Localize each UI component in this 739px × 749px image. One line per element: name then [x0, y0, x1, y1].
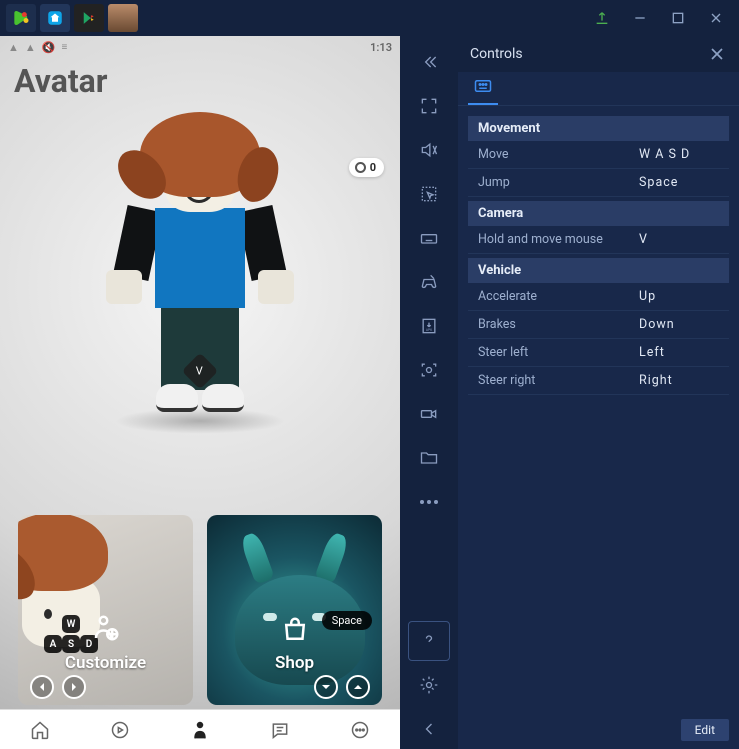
upload-button[interactable]	[585, 4, 619, 32]
control-row[interactable]: MoveW A S D	[468, 141, 729, 169]
avatar-figure: V	[100, 112, 300, 442]
side-rail: APK	[400, 36, 458, 749]
nav-more[interactable]	[345, 715, 375, 745]
nav-next-button[interactable]	[62, 675, 86, 699]
key-hint-w: W	[62, 615, 80, 633]
control-key: Right	[639, 373, 719, 388]
control-row[interactable]: Hold and move mouseV	[468, 226, 729, 254]
controls-footer: Edit	[458, 711, 739, 749]
controls-body: MovementMoveW A S DJumpSpaceCameraHold a…	[458, 106, 739, 711]
control-row[interactable]: BrakesDown	[468, 311, 729, 339]
control-action: Accelerate	[478, 289, 639, 304]
control-action: Brakes	[478, 317, 639, 332]
home-icon	[46, 9, 64, 27]
collapse-rail-button[interactable]	[408, 42, 450, 82]
section-header: Vehicle	[468, 258, 729, 283]
controls-title: Controls	[470, 46, 707, 62]
key-hint-s: S	[62, 635, 80, 653]
nav-home[interactable]	[25, 715, 55, 745]
edit-button[interactable]: Edit	[681, 719, 729, 741]
cards-row: W A D S Customize Space Shop	[0, 515, 400, 705]
game-tab[interactable]	[108, 4, 138, 32]
control-row[interactable]: Steer leftLeft	[468, 339, 729, 367]
play-store-icon	[82, 11, 96, 25]
close-panel-button[interactable]	[707, 44, 727, 64]
home-tab[interactable]	[40, 4, 70, 32]
nav-up-button[interactable]	[346, 675, 370, 699]
android-statusbar: ▲ ▲ 🔇 ≡ 1:13	[0, 36, 400, 58]
mute-icon: 🔇	[42, 41, 56, 54]
controls-header: Controls	[458, 36, 739, 72]
bottom-nav	[0, 709, 400, 749]
help-button[interactable]	[408, 621, 450, 661]
section-header: Camera	[468, 201, 729, 226]
logo-tab[interactable]	[6, 4, 36, 32]
shop-icon	[280, 615, 310, 649]
close-window-button[interactable]	[699, 4, 733, 32]
customize-icon	[91, 613, 121, 647]
key-pill-space: Space	[322, 611, 372, 630]
status-time: 1:13	[370, 41, 392, 54]
minimize-button[interactable]	[623, 4, 657, 32]
titlebar	[0, 0, 739, 36]
key-hint-a: A	[44, 635, 62, 653]
control-key: Left	[639, 345, 719, 360]
nav-chat[interactable]	[265, 715, 295, 745]
tab-scheme[interactable]	[468, 73, 498, 105]
control-action: Hold and move mouse	[478, 232, 639, 247]
control-section: MovementMoveW A S DJumpSpace	[468, 116, 729, 197]
gamepad-button[interactable]	[408, 262, 450, 302]
warning-icon: ▲	[25, 41, 36, 54]
control-action: Jump	[478, 175, 639, 190]
shop-label: Shop	[275, 653, 314, 673]
control-key: Up	[639, 289, 719, 304]
control-key: Down	[639, 317, 719, 332]
control-row[interactable]: AccelerateUp	[468, 283, 729, 311]
control-action: Steer left	[478, 345, 639, 360]
folder-button[interactable]	[408, 438, 450, 478]
control-action: Move	[478, 147, 639, 162]
bluestacks-logo-icon	[11, 8, 31, 28]
warning-icon: ▲	[8, 41, 19, 54]
controls-panel: Controls MovementMoveW A S DJumpSpaceCam…	[458, 36, 739, 749]
control-key: W A S D	[639, 147, 719, 162]
maximize-button[interactable]	[661, 4, 695, 32]
back-button[interactable]	[408, 709, 450, 749]
menu-icon: ≡	[61, 42, 67, 53]
control-section: CameraHold and move mouseV	[468, 201, 729, 254]
apk-button[interactable]: APK	[408, 306, 450, 346]
volume-button[interactable]	[408, 130, 450, 170]
page-title: Avatar	[0, 58, 400, 104]
screenshot-button[interactable]	[408, 350, 450, 390]
control-row[interactable]: JumpSpace	[468, 169, 729, 197]
nav-prev-button[interactable]	[30, 675, 54, 699]
svg-text:APK: APK	[426, 328, 433, 332]
customize-label: Customize	[65, 653, 146, 673]
game-viewport: ▲ ▲ 🔇 ≡ 1:13 Avatar 0 V W A D	[0, 36, 400, 749]
control-key: Space	[639, 175, 719, 190]
fullscreen-button[interactable]	[408, 86, 450, 126]
control-section: VehicleAccelerateUpBrakesDownSteer leftL…	[468, 258, 729, 395]
keyboard-button[interactable]	[408, 218, 450, 258]
more-button[interactable]	[408, 482, 450, 522]
cursor-mode-button[interactable]	[408, 174, 450, 214]
control-row[interactable]: Steer rightRight	[468, 367, 729, 395]
shop-card[interactable]: Space Shop	[207, 515, 382, 705]
control-key: V	[639, 232, 719, 247]
customize-card[interactable]: W A D S Customize	[18, 515, 193, 705]
controls-tabs	[458, 72, 739, 106]
section-header: Movement	[468, 116, 729, 141]
record-button[interactable]	[408, 394, 450, 434]
nav-avatar[interactable]	[185, 715, 215, 745]
control-action: Steer right	[478, 373, 639, 388]
nav-down-button[interactable]	[314, 675, 338, 699]
playstore-tab[interactable]	[74, 4, 104, 32]
nav-discover[interactable]	[105, 715, 135, 745]
settings-button[interactable]	[408, 665, 450, 705]
